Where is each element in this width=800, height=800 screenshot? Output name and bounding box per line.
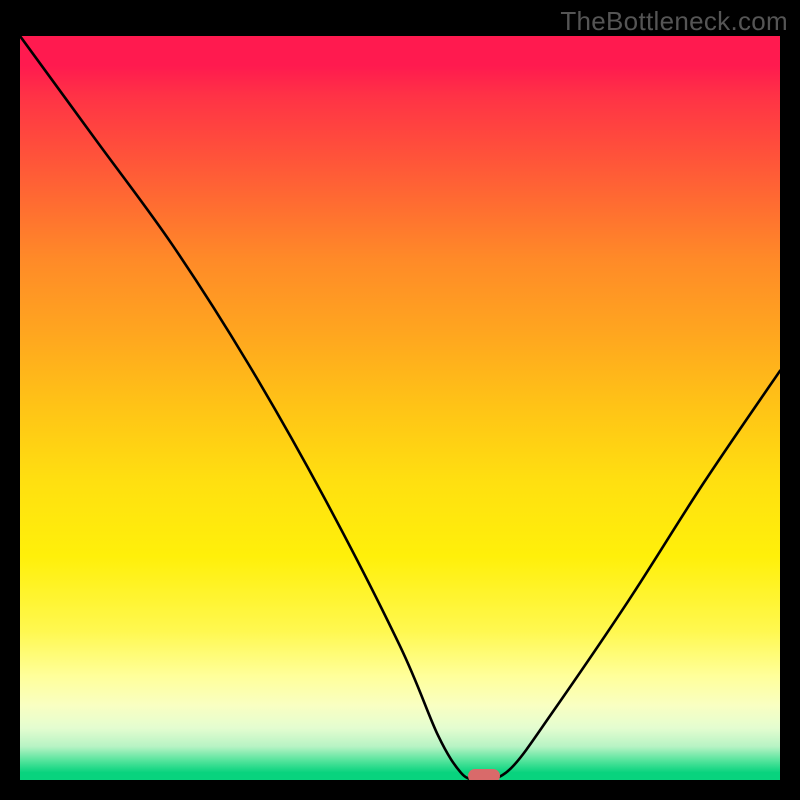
chart-frame: TheBottleneck.com bbox=[0, 0, 800, 800]
plot-area bbox=[20, 36, 780, 780]
optimal-point-marker bbox=[468, 769, 500, 780]
watermark-text: TheBottleneck.com bbox=[560, 6, 788, 37]
bottleneck-curve bbox=[20, 36, 780, 780]
bottleneck-curve-svg bbox=[20, 36, 780, 780]
